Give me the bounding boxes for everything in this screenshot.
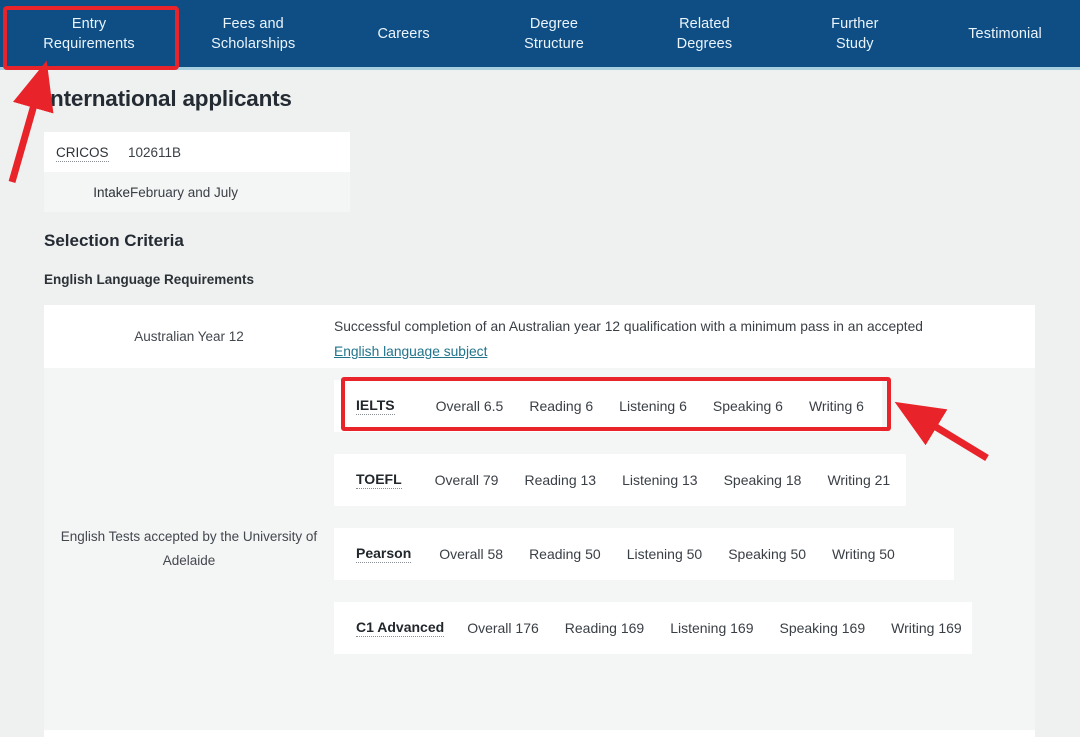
row-label-english-tests: English Tests accepted by the University… [44,368,334,730]
page-title: International applicants [44,86,292,112]
row-label-qualifications: Qualifications that meet minimum English… [44,730,334,737]
tab-related-degrees[interactable]: Related Degrees [629,10,779,58]
table-row-australian-year-12: Australian Year 12 Successful completion… [44,305,1035,368]
row-label-australian-year-12: Australian Year 12 [44,305,334,368]
score-listening: Listening 169 [670,620,753,636]
test-card-c1-advanced: C1 Advanced Overall 176 Reading 169 List… [334,602,972,654]
cricos-abbr-text: CRICOS [56,145,109,162]
score-writing: Writing 169 [891,620,962,636]
cricos-info-table: CRICOS 102611B Intake February and July [44,132,350,212]
score-speaking: Speaking 50 [728,546,806,562]
score-reading: Reading 50 [529,546,601,562]
score-overall: Overall 58 [439,546,503,562]
test-name-pearson: Pearson [356,545,411,563]
intake-label: Intake [44,185,130,200]
test-name-c1-advanced: C1 Advanced [356,619,444,637]
table-row-qualifications: Qualifications that meet minimum English… [44,730,1035,737]
tab-entry-requirements[interactable]: Entry Requirements [0,10,178,58]
tab-fees-and-scholarships[interactable]: Fees and Scholarships [178,10,328,58]
tab-testimonial[interactable]: Testimonial [930,20,1080,48]
score-speaking: Speaking 6 [713,398,783,414]
table-row-english-tests: English Tests accepted by the University… [44,368,1035,730]
test-scores-pearson: Overall 58 Reading 50 Listening 50 Speak… [439,546,895,562]
section-title-selection-criteria: Selection Criteria [44,231,184,251]
subsection-title-english-language-requirements: English Language Requirements [44,272,254,287]
test-name-toefl: TOEFL [356,471,402,489]
score-overall: Overall 6.5 [436,398,504,414]
tab-careers[interactable]: Careers [328,20,478,48]
score-overall: Overall 176 [467,620,539,636]
row-value-qualifications: A range of alternative qualifications ma… [334,730,1035,737]
score-listening: Listening 6 [619,398,687,414]
table-row: Intake February and July [44,172,350,212]
test-name-ielts: IELTS [356,397,395,415]
score-speaking: Speaking 18 [724,472,802,488]
intake-value: February and July [130,185,238,200]
test-card-ielts: IELTS Overall 6.5 Reading 6 Listening 6 … [334,380,882,432]
score-reading: Reading 6 [529,398,593,414]
english-language-subject-link[interactable]: English language subject [334,344,487,359]
score-listening: Listening 13 [622,472,698,488]
test-scores-c1-advanced: Overall 176 Reading 169 Listening 169 Sp… [467,620,962,636]
score-writing: Writing 50 [832,546,895,562]
score-reading: Reading 169 [565,620,644,636]
year12-description-text: Successful completion of an Australian y… [334,319,923,334]
score-reading: Reading 13 [524,472,596,488]
tab-degree-structure[interactable]: Degree Structure [479,10,629,58]
english-tests-card-stack: IELTS Overall 6.5 Reading 6 Listening 6 … [334,368,1035,730]
table-row: CRICOS 102611B [44,132,350,172]
section-navigation-bar: Entry Requirements Fees and Scholarships… [0,0,1080,70]
score-listening: Listening 50 [627,546,703,562]
cricos-label: CRICOS [44,145,128,160]
cricos-value: 102611B [128,145,181,160]
tab-further-study[interactable]: Further Study [780,10,930,58]
test-card-pearson: Pearson Overall 58 Reading 50 Listening … [334,528,954,580]
page-content: International applicants CRICOS 102611B … [0,73,1080,737]
score-writing: Writing 21 [827,472,890,488]
row-value-australian-year-12: Successful completion of an Australian y… [334,305,1035,368]
test-scores-toefl: Overall 79 Reading 13 Listening 13 Speak… [435,472,891,488]
test-scores-ielts: Overall 6.5 Reading 6 Listening 6 Speaki… [436,398,864,414]
english-requirements-table: Australian Year 12 Successful completion… [44,305,1035,737]
test-card-toefl: TOEFL Overall 79 Reading 13 Listening 13… [334,454,906,506]
score-writing: Writing 6 [809,398,864,414]
score-overall: Overall 79 [435,472,499,488]
score-speaking: Speaking 169 [779,620,865,636]
